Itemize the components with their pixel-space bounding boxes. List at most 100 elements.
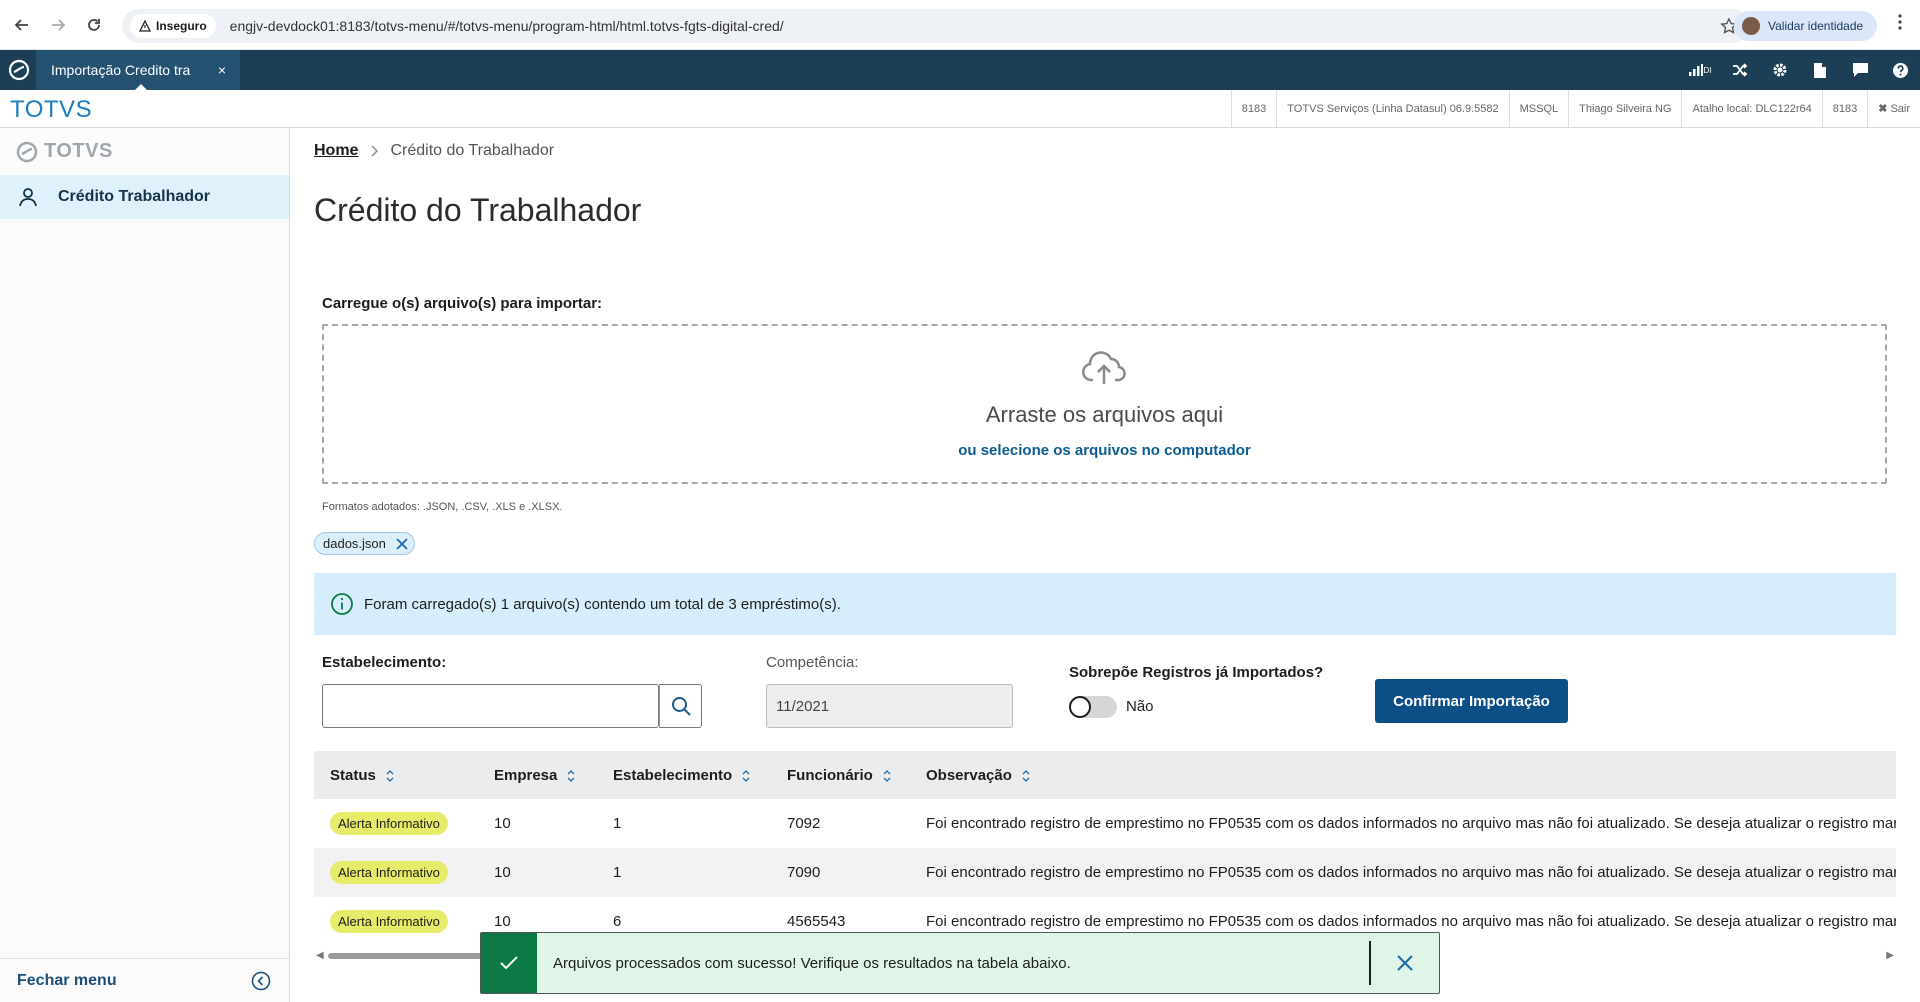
search-icon [671,697,691,716]
close-menu-button[interactable]: Fechar menu [0,958,289,1002]
shuffle-button[interactable] [1720,50,1760,90]
sort-icon[interactable] [742,769,750,782]
sort-icon[interactable] [1022,769,1030,782]
user-info: Thiago Silveira NG [1568,90,1681,127]
table-row: Alerta Informativo 10 1 7092 Foi encontr… [314,799,1896,848]
session-info-bar: TOTVS 8183 TOTVS Serviços (Linha Datasul… [0,90,1920,128]
sidebar: TOTVS Crédito Trabalhador Fechar menu [0,128,290,1002]
insecure-label: Inseguro [156,19,207,33]
info-icon [331,593,353,615]
select-files-link[interactable]: ou selecione os arquivos no computador [324,442,1885,459]
overwrite-toggle[interactable] [1069,696,1117,718]
cell-status: Alerta Informativo [314,848,478,897]
info-alert-message: Foram carregado(s) 1 arquivo(s) contendo… [364,595,841,613]
info-alert: Foram carregado(s) 1 arquivo(s) contendo… [314,573,1896,635]
gear-icon [1773,63,1787,77]
breadcrumb-home-link[interactable]: Home [314,142,358,160]
toggle-knob [1069,696,1091,718]
competencia-label: Competência: [766,654,859,671]
column-header-observacao[interactable]: Observação [910,751,1896,799]
chevron-right-icon [370,145,379,157]
estab-search-button[interactable] [659,684,702,728]
overwrite-value: Não [1126,698,1154,715]
competencia-field: 11/2021 [766,684,1013,728]
help-icon [1892,62,1908,78]
column-header-funcionario[interactable]: Funcionário [771,751,910,799]
settings-button[interactable] [1760,50,1800,90]
remove-file-button[interactable] [394,536,410,552]
browser-toolbar: Inseguro engjv-devdock01:8183/totvs-menu… [0,0,1920,50]
breadcrumb: Home Crédito do Trabalhador [314,142,554,160]
column-header-empresa[interactable]: Empresa [478,751,597,799]
sort-icon[interactable] [883,769,891,782]
scroll-left-icon[interactable]: ◀ [316,950,324,961]
product-version-info: TOTVS Serviços (Linha Datasul) 06.9.5582 [1276,90,1508,127]
page-title: Crédito do Trabalhador [314,192,642,228]
signal-di-button[interactable]: DI [1680,50,1720,90]
toast-close-button[interactable] [1371,933,1439,993]
chat-button[interactable] [1840,50,1880,90]
validate-identity-button[interactable]: Validar identidade [1734,11,1878,41]
main-content: Home Crédito do Trabalhador Crédito do T… [290,128,1920,1002]
close-tab-button[interactable]: × [218,62,226,78]
port-info: 8183 [1230,90,1276,127]
confirm-import-button[interactable]: Confirmar Importação [1375,679,1568,723]
sort-icon[interactable] [567,769,575,782]
cell-observacao: Foi encontrado registro de emprestimo no… [910,848,1896,897]
sidebar-item-credito-trabalhador[interactable]: Crédito Trabalhador [0,175,289,219]
port-info-2: 8183 [1821,90,1867,127]
column-label: Observação [926,766,1012,784]
column-label: Estabelecimento [613,766,733,784]
cloud-upload-icon [1081,350,1127,386]
close-icon: ✖ [1878,103,1888,115]
reload-icon [88,18,100,31]
table-header-row: Status Empresa Estabelecimento Funcionár… [314,751,1896,799]
accepted-formats: Formatos adotados: .JSON, .CSV, .XLS e .… [322,501,563,513]
sidebar-logo: TOTVS [16,140,113,163]
user-icon [19,188,37,207]
warning-icon [139,20,151,32]
column-header-status[interactable]: Status [314,751,478,799]
insecure-chip[interactable]: Inseguro [130,14,216,38]
sidebar-item-label: Crédito Trabalhador [58,188,211,205]
help-button[interactable] [1880,50,1920,90]
success-toast: Arquivos processados com sucesso! Verifi… [480,932,1440,994]
upload-label: Carregue o(s) arquivo(s) para importar: [322,295,603,312]
arrow-left-icon [14,18,28,31]
document-button[interactable] [1800,50,1840,90]
address-bar[interactable]: Inseguro engjv-devdock01:8183/totvs-menu… [122,9,1750,43]
chevron-left-circle-icon [251,971,271,990]
totvs-logo-icon [16,141,38,162]
sidebar-logo-text: TOTVS [44,140,113,162]
back-button[interactable] [4,7,40,43]
status-badge: Alerta Informativo [330,861,448,884]
check-icon [481,933,537,993]
di-label: DI [1703,65,1712,75]
sort-icon[interactable] [386,769,394,782]
close-icon [396,537,408,550]
file-dropzone[interactable]: Arraste os arquivos aqui ou selecione os… [322,324,1887,484]
column-header-estabelecimento[interactable]: Estabelecimento [597,751,771,799]
estab-label: Estabelecimento: [322,654,447,671]
totvs-logo-icon[interactable] [8,59,30,81]
app-header: Importação Credito tra × DI [0,50,1920,91]
column-label: Funcionário [787,766,873,784]
close-menu-label: Fechar menu [17,971,117,989]
estab-input[interactable] [322,684,659,728]
arrow-right-icon [52,18,66,31]
cell-empresa: 10 [478,848,597,897]
reload-button[interactable] [76,7,112,43]
column-label: Empresa [494,766,558,784]
cell-status: Alerta Informativo [314,799,478,848]
forward-button[interactable] [40,7,76,43]
program-tab[interactable]: Importação Credito tra × [36,50,240,91]
scroll-right-icon[interactable]: ▶ [1886,950,1894,961]
file-chip-name: dados.json [323,536,386,551]
results-table: Status Empresa Estabelecimento Funcionár… [314,751,1896,956]
kebab-menu-icon[interactable] [1898,14,1902,30]
validate-identity-label: Validar identidade [1768,19,1864,33]
cell-estabelecimento: 1 [597,848,771,897]
chat-icon [1852,63,1868,77]
column-label: Status [330,766,376,784]
logout-button[interactable]: ✖ Sair [1867,90,1920,127]
